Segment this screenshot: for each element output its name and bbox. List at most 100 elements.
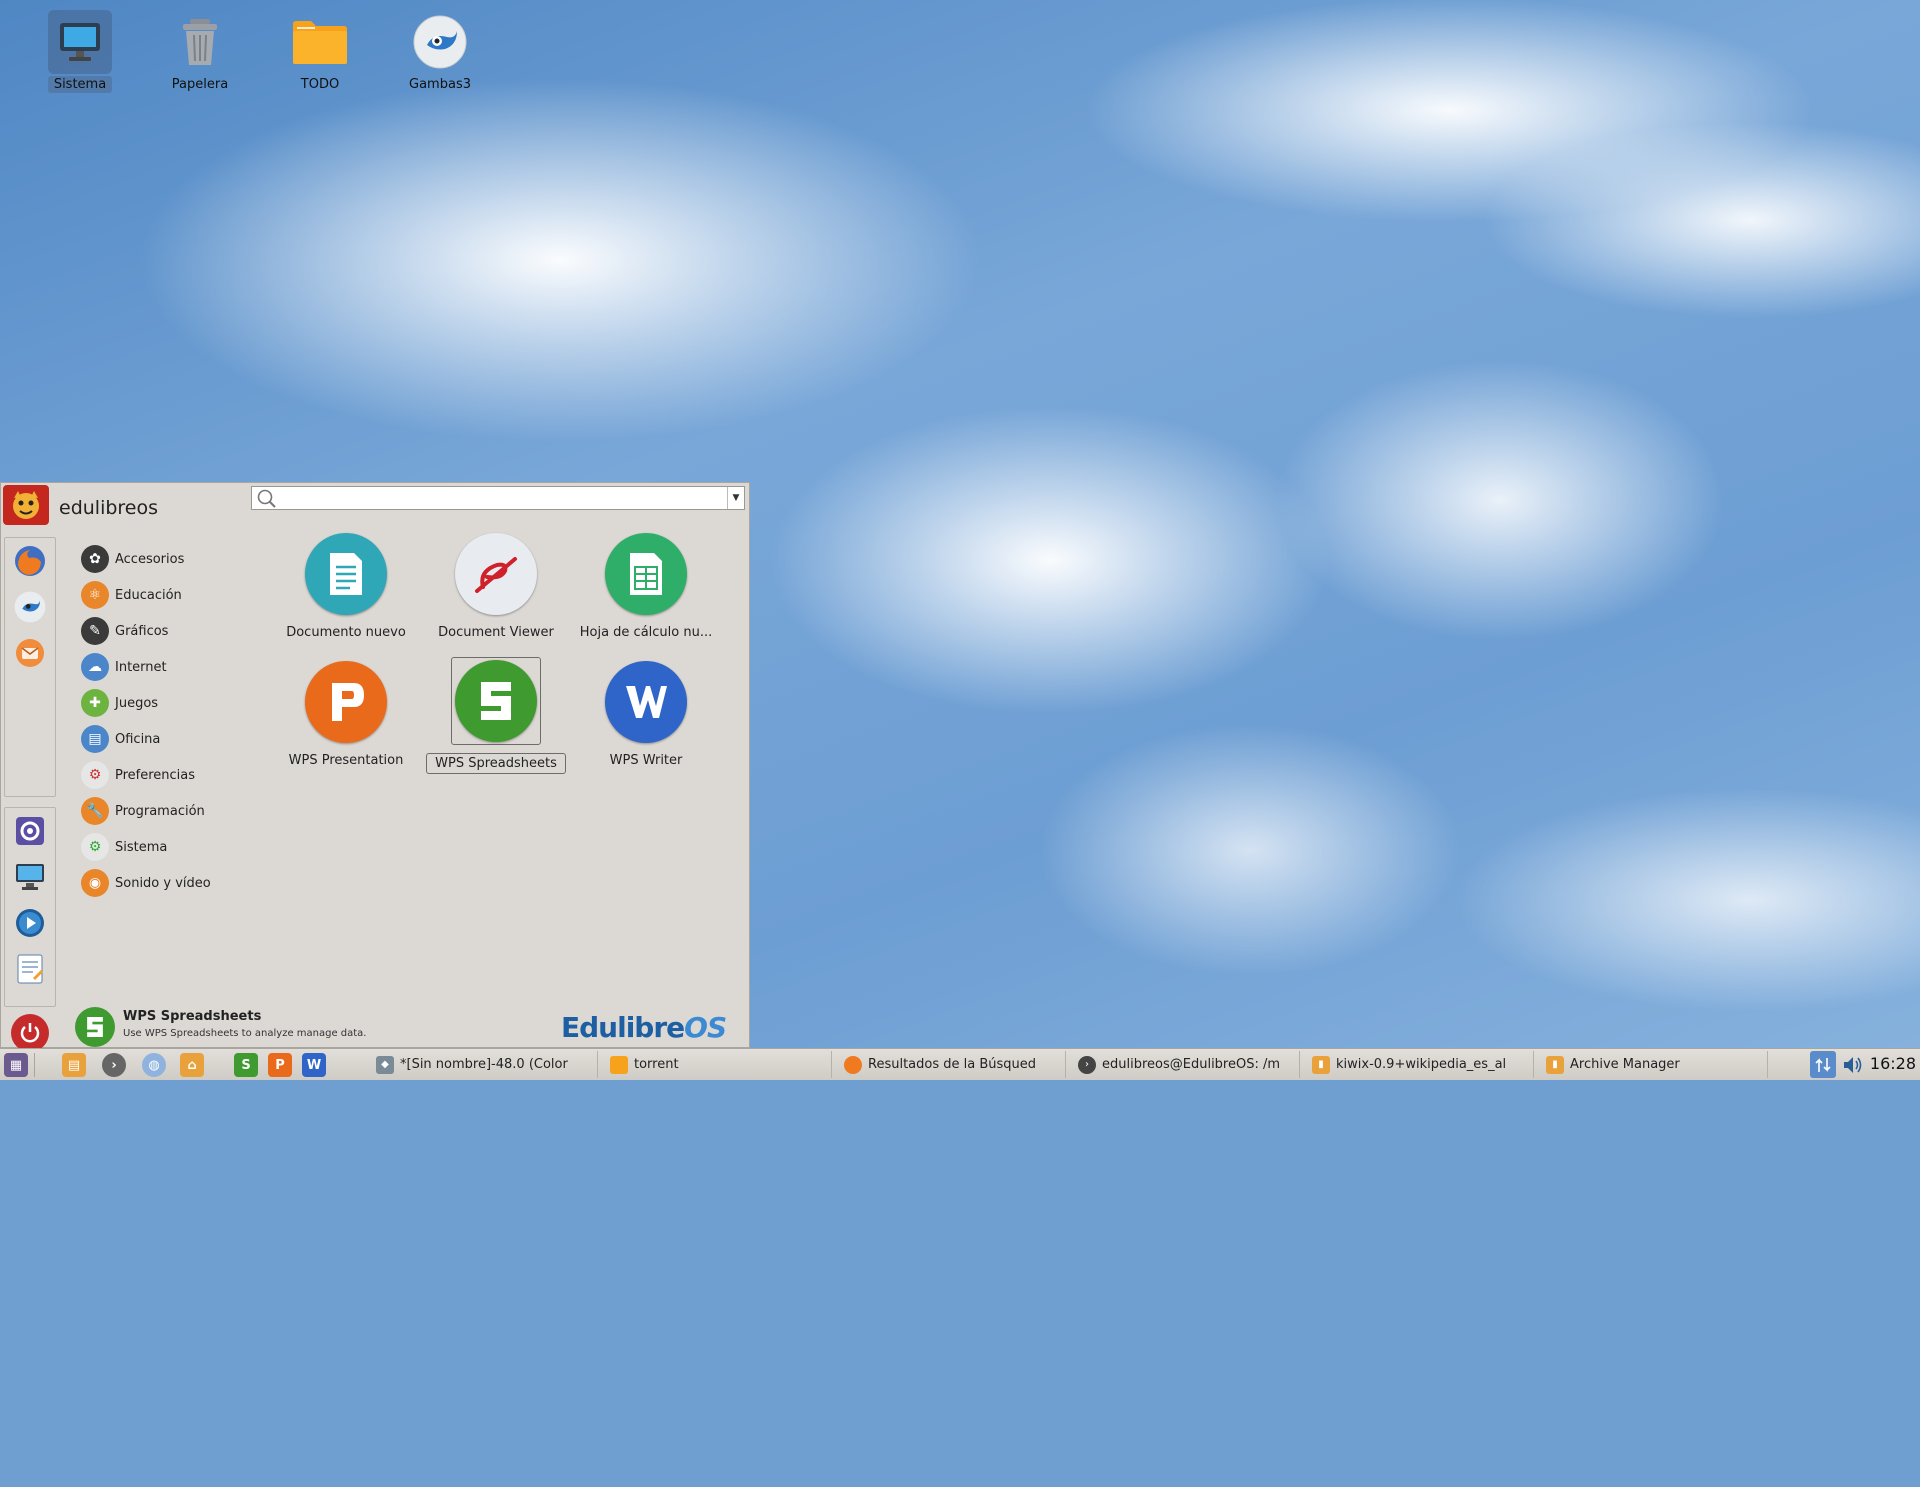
evince-icon	[455, 533, 537, 615]
category-label: Internet	[115, 659, 167, 675]
task-torrent[interactable]: torrent	[604, 1051, 832, 1078]
app-wps-writer[interactable]: WPS Writer	[571, 661, 721, 770]
category-internet[interactable]: ☁ Internet	[81, 649, 251, 685]
wps-spreadsheets-icon	[75, 1007, 115, 1047]
clock[interactable]: 16:28	[1870, 1054, 1916, 1073]
category-accesorios[interactable]: ✿ Accesorios	[81, 541, 251, 577]
desktop-icon-sistema[interactable]: Sistema	[32, 10, 128, 93]
category-preferencias[interactable]: ⚙ Preferencias	[81, 757, 251, 793]
wps-spreadsheets-icon[interactable]: S	[234, 1053, 258, 1077]
graphics-icon: ✎	[81, 617, 109, 645]
category-oficina[interactable]: ▤ Oficina	[81, 721, 251, 757]
category-label: Preferencias	[115, 767, 196, 783]
gambas-icon	[408, 10, 472, 74]
description-text: Use WPS Spreadsheets to analyze manage d…	[123, 1028, 367, 1039]
desktop-icon-todo[interactable]: TODO	[272, 10, 368, 93]
focus-frame	[451, 657, 541, 745]
computer-icon	[48, 10, 112, 74]
task-kiwix[interactable]: ▮ kiwix-0.9+wikipedia_es_al	[1306, 1051, 1534, 1078]
user-avatar[interactable]	[3, 485, 49, 525]
system-icon: ⚙	[81, 833, 109, 861]
thunderbird-icon[interactable]	[13, 636, 47, 670]
category-label: Programación	[115, 803, 205, 819]
task-label: torrent	[634, 1057, 679, 1072]
education-icon: ⚛	[81, 581, 109, 609]
task-label: *[Sin nombre]-48.0 (Color	[400, 1057, 568, 1072]
task-archive-manager[interactable]: ▮ Archive Manager	[1540, 1051, 1768, 1078]
start-menu: edulibreos ▼ ✿ Accesorios ⚛ Educación ✎ …	[0, 482, 750, 1052]
task-terminal[interactable]: › edulibreos@EdulibreOS: /m	[1072, 1051, 1300, 1078]
terminal-icon[interactable]: ›	[102, 1053, 126, 1077]
wps-presentation-icon[interactable]: P	[268, 1053, 292, 1077]
folder-icon	[288, 10, 352, 74]
preferences-icon: ⚙	[81, 761, 109, 789]
system-shortcuts	[4, 807, 56, 1007]
network-icon[interactable]	[1810, 1051, 1836, 1078]
settings-icon[interactable]	[13, 814, 47, 848]
app-label: Document Viewer	[438, 625, 554, 640]
firefox-icon	[844, 1055, 862, 1074]
category-sonido-video[interactable]: ◉ Sonido y vídeo	[81, 865, 251, 901]
web-browser-icon[interactable]: ◍	[142, 1053, 166, 1077]
category-juegos[interactable]: ✚ Juegos	[81, 685, 251, 721]
home-icon[interactable]: ⌂	[180, 1053, 204, 1077]
favorites-apps	[4, 537, 56, 797]
category-label: Juegos	[115, 695, 159, 711]
archive-icon: ▮	[1312, 1055, 1330, 1074]
wps-writer-icon[interactable]: W	[302, 1053, 326, 1077]
volume-icon[interactable]	[1840, 1051, 1866, 1078]
desktop-icon-label: Sistema	[47, 76, 113, 93]
edulibreos-logo: EdulibreOS	[561, 1011, 727, 1044]
category-programacion[interactable]: 🔧 Programación	[81, 793, 251, 829]
app-label: WPS Writer	[609, 753, 683, 768]
search-box[interactable]: ▼	[251, 486, 745, 510]
task-label: Resultados de la Búsqued	[868, 1057, 1037, 1072]
desktop-icon-papelera[interactable]: Papelera	[152, 10, 248, 93]
category-label: Gráficos	[115, 623, 169, 639]
favorites-sidebar	[4, 537, 56, 1487]
app-wps-presentation[interactable]: WPS Presentation	[271, 661, 421, 770]
wrench-icon: 🔧	[81, 797, 109, 825]
spreadsheet-icon	[605, 533, 687, 615]
task-gimp[interactable]: ◆ *[Sin nombre]-48.0 (Color	[370, 1051, 598, 1078]
firefox-icon[interactable]	[13, 544, 47, 578]
app-wps-spreadsheets[interactable]: WPS Spreadsheets	[421, 657, 571, 774]
document-icon	[305, 533, 387, 615]
search-input[interactable]	[284, 489, 708, 509]
taskbar: ▦ ▤ › ◍ ⌂ S P W ◆ *[Sin nombre]-48.0 (Co…	[0, 1048, 1920, 1080]
menu-launcher-icon[interactable]: ▦	[4, 1053, 28, 1077]
app-hoja-de-calculo[interactable]: Hoja de cálculo nu...	[571, 533, 721, 642]
text-editor-icon[interactable]	[13, 952, 47, 986]
folder-icon	[610, 1055, 628, 1074]
category-sistema[interactable]: ⚙ Sistema	[81, 829, 251, 865]
task-label: Archive Manager	[1570, 1057, 1680, 1072]
wps-writer-icon	[605, 661, 687, 743]
user-name: edulibreos	[59, 497, 159, 519]
file-manager-icon[interactable]: ▤	[62, 1053, 86, 1077]
archive-icon: ▮	[1546, 1055, 1564, 1074]
desktop-icon-gambas3[interactable]: Gambas3	[392, 10, 488, 93]
category-label: Sonido y vídeo	[115, 875, 211, 891]
gamepad-icon: ✚	[81, 689, 109, 717]
task-firefox[interactable]: Resultados de la Búsqued	[838, 1051, 1066, 1078]
category-graficos[interactable]: ✎ Gráficos	[81, 613, 251, 649]
wps-presentation-icon	[305, 661, 387, 743]
app-documento-nuevo[interactable]: Documento nuevo	[271, 533, 421, 642]
category-list: ✿ Accesorios ⚛ Educación ✎ Gráficos ☁ In…	[81, 541, 251, 901]
category-label: Accesorios	[115, 551, 185, 567]
app-description: WPS Spreadsheets Use WPS Spreadsheets to…	[75, 1005, 455, 1047]
category-label: Oficina	[115, 731, 161, 747]
speaker-icon: ◉	[81, 869, 109, 897]
trash-icon	[168, 10, 232, 74]
task-label: edulibreos@EdulibreOS: /m	[1102, 1057, 1281, 1072]
power-button[interactable]	[11, 1014, 49, 1052]
media-player-icon[interactable]	[13, 906, 47, 940]
app-label: WPS Spreadsheets	[426, 753, 566, 774]
app-document-viewer[interactable]: Document Viewer	[421, 533, 571, 642]
accessories-icon: ✿	[81, 545, 109, 573]
search-dropdown-button[interactable]: ▼	[727, 487, 744, 509]
display-icon[interactable]	[13, 860, 47, 894]
gambas-icon[interactable]	[13, 590, 47, 624]
category-label: Educación	[115, 587, 182, 603]
category-educacion[interactable]: ⚛ Educación	[81, 577, 251, 613]
